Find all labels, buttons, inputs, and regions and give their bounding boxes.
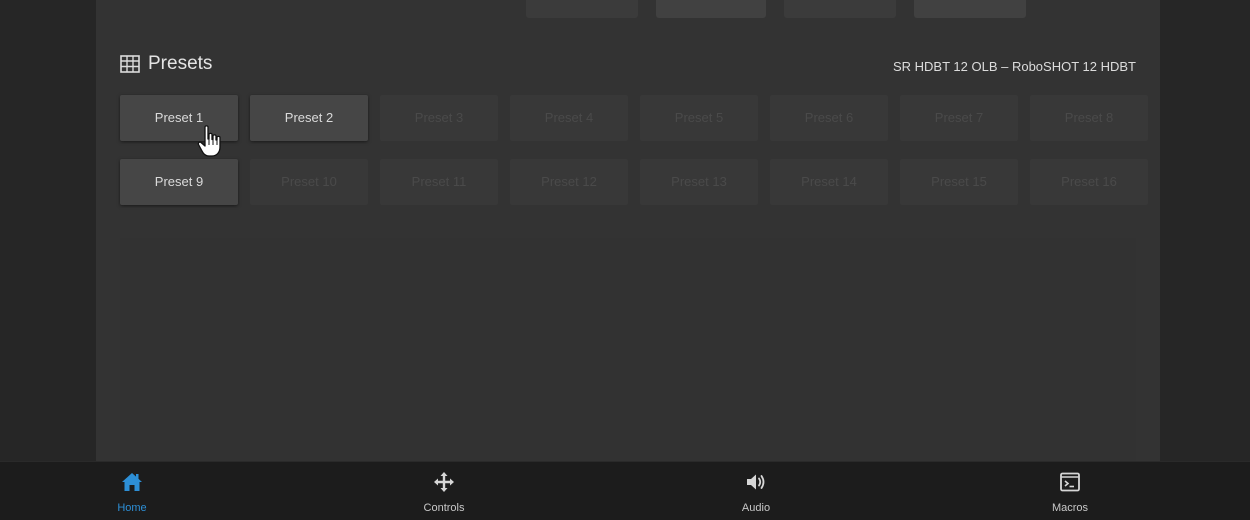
bottom-nav: Home Controls Audio Macros	[0, 461, 1250, 520]
nav-audio-label: Audio	[741, 502, 771, 514]
move-arrows-icon	[434, 472, 454, 492]
hand-cursor-icon	[197, 125, 221, 157]
terminal-icon	[1060, 472, 1080, 492]
nav-controls[interactable]: Controls	[364, 462, 524, 520]
nav-controls-label: Controls	[423, 502, 465, 514]
presets-header: Presets	[120, 53, 212, 75]
nav-home[interactable]: Home	[52, 462, 212, 520]
nav-macros-label: Macros	[1051, 502, 1089, 514]
preset-button-5[interactable]: Preset 5	[640, 95, 758, 141]
preset-button-9[interactable]: Preset 9	[120, 159, 238, 205]
home-icon	[122, 473, 142, 491]
content-area	[120, 238, 1136, 461]
previous-section-strip	[96, 0, 1160, 30]
preset-button-8[interactable]: Preset 8	[1030, 95, 1148, 141]
preset-button-16[interactable]: Preset 16	[1030, 159, 1148, 205]
nav-audio[interactable]: Audio	[676, 462, 836, 520]
nav-macros[interactable]: Macros	[990, 462, 1150, 520]
preset-button-3[interactable]: Preset 3	[380, 95, 498, 141]
presets-title: Presets	[148, 53, 213, 74]
preset-button-13[interactable]: Preset 13	[640, 159, 758, 205]
previous-section-button[interactable]	[784, 0, 896, 18]
preset-button-6[interactable]: Preset 6	[770, 95, 888, 141]
previous-section-button[interactable]	[526, 0, 638, 18]
preset-button-15[interactable]: Preset 15	[900, 159, 1018, 205]
left-gutter	[0, 0, 96, 461]
preset-button-11[interactable]: Preset 11	[380, 159, 498, 205]
preset-button-14[interactable]: Preset 14	[770, 159, 888, 205]
preset-button-7[interactable]: Preset 7	[900, 95, 1018, 141]
camera-name: SR HDBT 12 OLB – RoboSHOT 12 HDBT	[892, 59, 1136, 74]
preset-button-2[interactable]: Preset 2	[250, 95, 368, 141]
previous-section-button[interactable]	[914, 0, 1026, 18]
previous-section-button[interactable]	[656, 0, 766, 18]
right-gutter	[1160, 0, 1250, 461]
main-panel: Presets SR HDBT 12 OLB – RoboSHOT 12 HDB…	[96, 0, 1160, 461]
nav-home-label: Home	[117, 502, 147, 514]
speaker-icon	[747, 474, 765, 490]
presets-grid-icon	[120, 55, 140, 73]
preset-button-12[interactable]: Preset 12	[510, 159, 628, 205]
preset-button-10[interactable]: Preset 10	[250, 159, 368, 205]
preset-button-4[interactable]: Preset 4	[510, 95, 628, 141]
